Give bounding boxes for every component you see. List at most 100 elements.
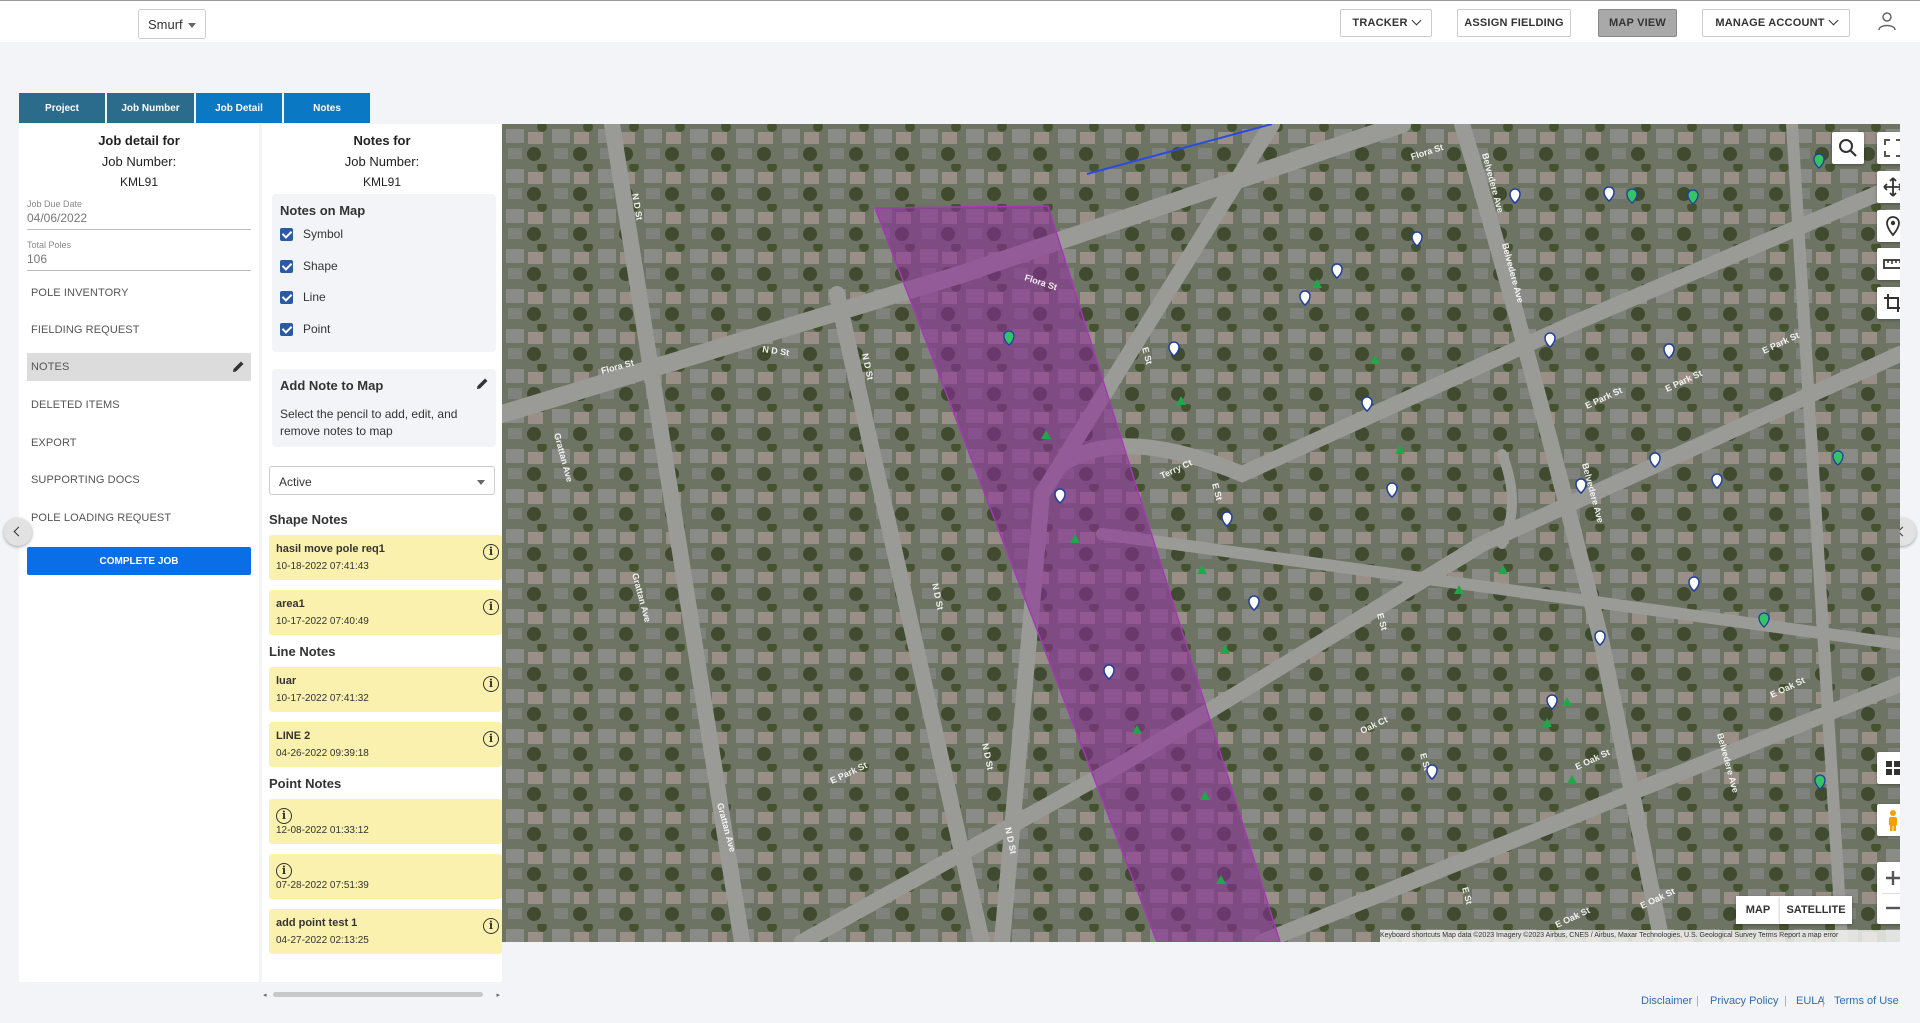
note-date: 10-18-2022 07:41:43 <box>276 561 369 572</box>
assign-fielding-button[interactable]: ASSIGN FIELDING <box>1457 9 1571 37</box>
chevron-down-icon <box>1828 15 1839 26</box>
organization-select[interactable]: Smurf <box>138 9 206 39</box>
location-tool-button[interactable] <box>1877 210 1900 242</box>
menu-pole-loading-request[interactable]: POLE LOADING REQUEST <box>27 504 251 532</box>
menu-label: POLE LOADING REQUEST <box>31 512 172 524</box>
info-icon[interactable]: i <box>483 676 499 692</box>
info-icon[interactable]: i <box>483 731 499 747</box>
map-type-satellite-button[interactable]: SATELLITE <box>1780 896 1852 924</box>
footer-eula-link[interactable]: EULA <box>1796 995 1825 1007</box>
add-note-card: Add Note to Map Select the pencil to add… <box>272 369 496 447</box>
note-title: add point test 1 <box>276 917 358 929</box>
map-attribution[interactable]: Keyboard shortcuts Map data ©2023 Imager… <box>1380 930 1900 942</box>
notes-on-map-title: Notes on Map <box>280 203 366 218</box>
street-view-button[interactable] <box>1877 804 1900 836</box>
note-date: 04-26-2022 09:39:18 <box>276 748 369 759</box>
tab-job-detail[interactable]: Job Detail <box>196 93 282 123</box>
scroll-right-arrow-icon[interactable]: ▸ <box>496 991 500 999</box>
total-poles-label: Total Poles <box>27 240 72 250</box>
tracker-button[interactable]: TRACKER <box>1340 9 1432 37</box>
info-icon[interactable]: i <box>276 808 292 824</box>
info-icon[interactable]: i <box>483 599 499 615</box>
point-notes-title: Point Notes <box>269 776 342 791</box>
chevron-down-icon <box>1411 15 1422 26</box>
map-type-label: SATELLITE <box>1786 904 1846 916</box>
user-icon[interactable] <box>1878 11 1896 31</box>
menu-deleted-items[interactable]: DELETED ITEMS <box>27 391 251 419</box>
checkbox-symbol[interactable]: Symbol <box>280 227 344 242</box>
crop-tool-button[interactable] <box>1877 287 1900 319</box>
fullscreen-button[interactable] <box>1877 132 1900 164</box>
menu-label: POLE INVENTORY <box>31 287 129 299</box>
pencil-icon[interactable] <box>232 360 245 373</box>
note-title: hasil move pole req1 <box>276 543 385 555</box>
menu-label: DELETED ITEMS <box>31 399 120 411</box>
map-type-map-button[interactable]: MAP <box>1736 896 1780 924</box>
complete-job-button[interactable]: COMPLETE JOB <box>27 547 251 575</box>
caret-down-icon <box>188 23 196 28</box>
ruler-icon <box>1883 259 1900 269</box>
menu-fielding-request[interactable]: FIELDING REQUEST <box>27 316 251 344</box>
tab-job-number[interactable]: Job Number <box>107 93 194 123</box>
info-icon[interactable]: i <box>276 863 292 879</box>
point-note-item[interactable]: i 12-08-2022 01:33:12 <box>269 799 502 844</box>
layers-button[interactable] <box>1877 752 1900 784</box>
notes-on-map-card: Notes on Map Symbol Shape Line Point <box>272 194 496 352</box>
footer-divider: | <box>1784 995 1787 1007</box>
add-note-description: Select the pencil to add, edit, and remo… <box>280 407 458 438</box>
map-imagery: Flora St Flora St Flora St N D St N D St… <box>502 124 1900 942</box>
checkbox-checked-icon <box>280 260 293 274</box>
checkbox-label: Point <box>303 322 331 336</box>
checkbox-shape[interactable]: Shape <box>280 259 338 274</box>
notes-panel-scrollbar[interactable]: ◂ ▸ <box>263 990 500 999</box>
footer-disclaimer-link[interactable]: Disclaimer <box>1641 995 1692 1007</box>
chevron-left-icon <box>13 526 24 537</box>
map-search-button[interactable] <box>1832 132 1864 164</box>
line-note-item[interactable]: luar 10-17-2022 07:41:32 i <box>269 667 502 712</box>
shape-note-item[interactable]: area1 10-17-2022 07:40:49 i <box>269 590 502 635</box>
job-due-date-label: Job Due Date <box>27 199 83 209</box>
footer-terms-link[interactable]: Terms of Use <box>1834 995 1899 1007</box>
note-date: 12-08-2022 01:33:12 <box>276 825 369 836</box>
note-title: area1 <box>276 598 305 610</box>
tab-notes[interactable]: Notes <box>284 93 370 123</box>
menu-export[interactable]: EXPORT <box>27 429 251 457</box>
top-bar: Smurf TRACKER ASSIGN FIELDING MAP VIEW M… <box>0 0 1920 42</box>
job-detail-panel: Job detail for Job Number: KML91 Job Due… <box>19 124 259 982</box>
menu-supporting-docs[interactable]: SUPPORTING DOCS <box>27 466 251 494</box>
manage-account-button[interactable]: MANAGE ACCOUNT <box>1702 9 1850 37</box>
menu-label: SUPPORTING DOCS <box>31 474 140 486</box>
checkbox-checked-icon <box>280 228 293 242</box>
search-icon <box>1839 139 1857 157</box>
scrollbar-thumb[interactable] <box>273 992 483 997</box>
info-icon[interactable]: i <box>483 544 499 560</box>
map-view-button[interactable]: MAP VIEW <box>1598 9 1677 37</box>
info-icon[interactable]: i <box>483 918 499 934</box>
shape-note-item[interactable]: hasil move pole req1 10-18-2022 07:41:43… <box>269 535 502 580</box>
tab-label: Project <box>45 103 79 114</box>
notes-job-number-value: KML91 <box>362 175 402 189</box>
status-select[interactable]: Active <box>269 466 495 495</box>
measure-tool-button[interactable] <box>1877 248 1900 280</box>
zoom-in-button[interactable] <box>1877 862 1900 893</box>
point-note-item[interactable]: add point test 1 04-27-2022 02:13:25 i <box>269 909 502 954</box>
plus-icon <box>1886 871 1900 885</box>
checkbox-point[interactable]: Point <box>280 322 331 337</box>
satellite-map[interactable]: Flora St Flora St Flora St N D St N D St… <box>502 124 1900 942</box>
collapse-left-button[interactable] <box>4 518 32 546</box>
point-note-item[interactable]: i 07-28-2022 07:51:39 <box>269 854 502 899</box>
zoom-out-button[interactable] <box>1877 893 1900 924</box>
status-select-value: Active <box>279 475 312 489</box>
menu-pole-inventory[interactable]: POLE INVENTORY <box>27 279 251 307</box>
menu-notes[interactable]: NOTES <box>27 353 251 381</box>
checkbox-label: Symbol <box>303 227 344 241</box>
pencil-icon[interactable] <box>476 377 489 390</box>
checkbox-label: Line <box>303 290 326 304</box>
tab-project[interactable]: Project <box>19 93 105 123</box>
checkbox-line[interactable]: Line <box>280 290 326 305</box>
pan-tool-button[interactable] <box>1877 171 1900 203</box>
scroll-left-arrow-icon[interactable]: ◂ <box>263 991 267 999</box>
footer-privacy-link[interactable]: Privacy Policy <box>1710 995 1778 1007</box>
line-notes-title: Line Notes <box>269 644 336 659</box>
line-note-item[interactable]: LINE 2 04-26-2022 09:39:18 i <box>269 722 502 767</box>
